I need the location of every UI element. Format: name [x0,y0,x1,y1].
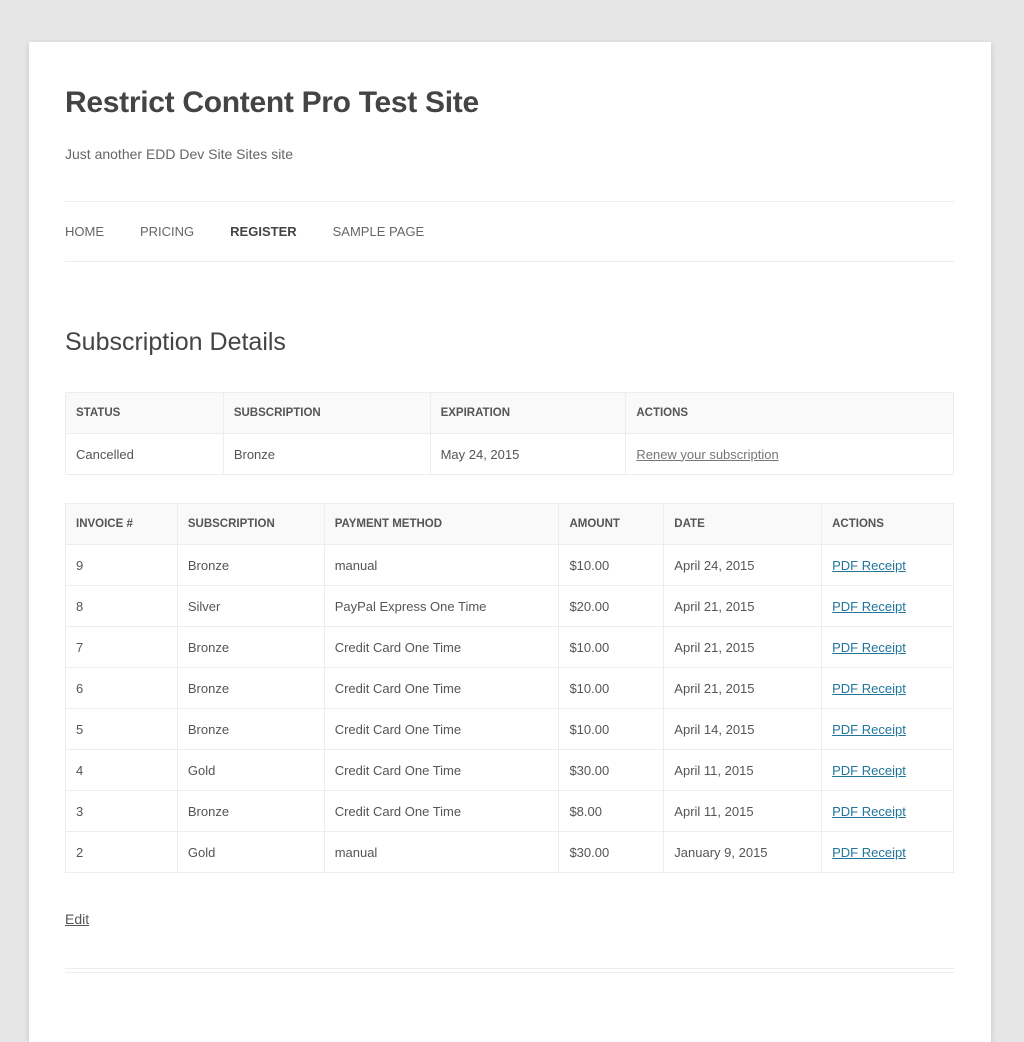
subscription-cell: Bronze [176,790,325,832]
table-header-row: STATUS SUBSCRIPTION EXPIRATION ACTIONS [65,392,954,434]
subscription-cell: Gold [176,749,325,791]
column-header-amount: AMOUNT [558,503,665,545]
renew-subscription-link[interactable]: Renew your subscription [636,447,778,462]
date-cell: April 11, 2015 [663,749,823,791]
amount-cell: $30.00 [558,831,665,873]
table-row: 8 Silver PayPal Express One Time $20.00 … [65,585,954,627]
payment-method-cell: manual [323,831,560,873]
invoice-number-cell: 8 [65,585,178,627]
date-cell: April 24, 2015 [663,544,823,586]
column-header-actions: ACTIONS [821,503,954,545]
expiration-cell: May 24, 2015 [429,433,627,475]
amount-cell: $10.00 [558,667,665,709]
actions-cell: PDF Receipt [821,790,954,832]
amount-cell: $30.00 [558,749,665,791]
status-cell: Cancelled [65,433,224,475]
table-row: 3 Bronze Credit Card One Time $8.00 Apri… [65,790,954,832]
table-row: 9 Bronze manual $10.00 April 24, 2015 PD… [65,544,954,586]
table-row: 6 Bronze Credit Card One Time $10.00 Apr… [65,667,954,709]
column-header-subscription: SUBSCRIPTION [222,392,431,434]
subscription-cell: Bronze [176,667,325,709]
pdf-receipt-link[interactable]: PDF Receipt [832,763,906,778]
invoice-number-cell: 5 [65,708,178,750]
pdf-receipt-link[interactable]: PDF Receipt [832,804,906,819]
table-row: Cancelled Bronze May 24, 2015 Renew your… [65,433,954,475]
actions-cell: PDF Receipt [821,544,954,586]
edit-link[interactable]: Edit [65,911,89,927]
footer-divider [65,968,954,973]
table-header-row: INVOICE # SUBSCRIPTION PAYMENT METHOD AM… [65,503,954,545]
page-title: Subscription Details [65,328,286,356]
nav-item-sample-page[interactable]: SAMPLE PAGE [333,224,425,239]
site-description: Just another EDD Dev Site Sites site [65,146,293,162]
invoice-number-cell: 2 [65,831,178,873]
column-header-expiration: EXPIRATION [429,392,627,434]
site-title[interactable]: Restrict Content Pro Test Site [65,86,479,120]
actions-cell: PDF Receipt [821,585,954,627]
pdf-receipt-link[interactable]: PDF Receipt [832,558,906,573]
table-row: 7 Bronze Credit Card One Time $10.00 Apr… [65,626,954,668]
actions-cell: PDF Receipt [821,749,954,791]
amount-cell: $10.00 [558,708,665,750]
column-header-subscription: SUBSCRIPTION [176,503,325,545]
pdf-receipt-link[interactable]: PDF Receipt [832,845,906,860]
invoice-number-cell: 3 [65,790,178,832]
subscription-cell: Gold [176,831,325,873]
pdf-receipt-link[interactable]: PDF Receipt [832,722,906,737]
date-cell: April 21, 2015 [663,585,823,627]
invoice-number-cell: 6 [65,667,178,709]
column-header-date: DATE [663,503,823,545]
amount-cell: $20.00 [558,585,665,627]
date-cell: April 21, 2015 [663,667,823,709]
actions-cell: Renew your subscription [625,433,954,475]
invoice-table: INVOICE # SUBSCRIPTION PAYMENT METHOD AM… [65,503,954,873]
pdf-receipt-link[interactable]: PDF Receipt [832,599,906,614]
page-container: Restrict Content Pro Test Site Just anot… [29,42,991,1042]
main-navigation: HOME PRICING REGISTER SAMPLE PAGE [65,201,954,262]
subscription-cell: Bronze [222,433,431,475]
column-header-payment-method: PAYMENT METHOD [323,503,560,545]
date-cell: April 11, 2015 [663,790,823,832]
pdf-receipt-link[interactable]: PDF Receipt [832,640,906,655]
subscription-cell: Silver [176,585,325,627]
subscription-cell: Bronze [176,626,325,668]
amount-cell: $10.00 [558,544,665,586]
payment-method-cell: Credit Card One Time [323,749,560,791]
invoice-number-cell: 7 [65,626,178,668]
table-row: 2 Gold manual $30.00 January 9, 2015 PDF… [65,831,954,873]
actions-cell: PDF Receipt [821,626,954,668]
payment-method-cell: Credit Card One Time [323,626,560,668]
payment-method-cell: PayPal Express One Time [323,585,560,627]
invoice-number-cell: 4 [65,749,178,791]
table-row: 4 Gold Credit Card One Time $30.00 April… [65,749,954,791]
date-cell: April 14, 2015 [663,708,823,750]
date-cell: January 9, 2015 [663,831,823,873]
column-header-invoice: INVOICE # [65,503,178,545]
payment-method-cell: manual [323,544,560,586]
column-header-status: STATUS [65,392,224,434]
actions-cell: PDF Receipt [821,667,954,709]
actions-cell: PDF Receipt [821,831,954,873]
pdf-receipt-link[interactable]: PDF Receipt [832,681,906,696]
nav-item-pricing[interactable]: PRICING [140,224,194,239]
amount-cell: $10.00 [558,626,665,668]
payment-method-cell: Credit Card One Time [323,708,560,750]
date-cell: April 21, 2015 [663,626,823,668]
payment-method-cell: Credit Card One Time [323,667,560,709]
table-row: 5 Bronze Credit Card One Time $10.00 Apr… [65,708,954,750]
amount-cell: $8.00 [558,790,665,832]
subscription-cell: Bronze [176,544,325,586]
actions-cell: PDF Receipt [821,708,954,750]
nav-item-home[interactable]: HOME [65,224,104,239]
invoice-number-cell: 9 [65,544,178,586]
subscription-cell: Bronze [176,708,325,750]
nav-item-register[interactable]: REGISTER [230,224,296,239]
column-header-actions: ACTIONS [625,392,954,434]
subscription-table: STATUS SUBSCRIPTION EXPIRATION ACTIONS C… [65,392,954,475]
payment-method-cell: Credit Card One Time [323,790,560,832]
